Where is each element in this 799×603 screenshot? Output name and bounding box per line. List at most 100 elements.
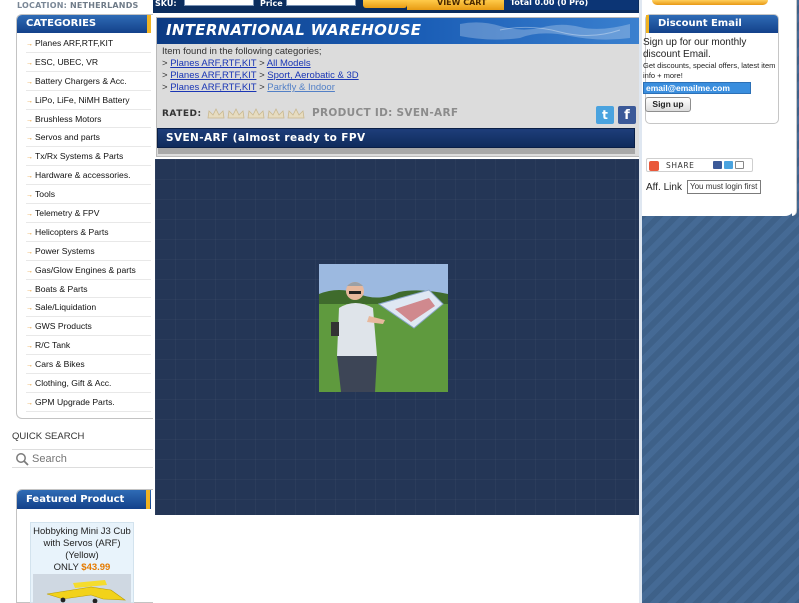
facebook-icon[interactable]: f bbox=[618, 106, 636, 124]
sku-input[interactable] bbox=[184, 0, 254, 6]
breadcrumb-row-1: > Planes ARF,RTF,KIT > All Models bbox=[162, 58, 359, 70]
twitter-icon[interactable]: t bbox=[596, 106, 614, 124]
category-label: Tools bbox=[35, 189, 56, 200]
top-menu-button[interactable] bbox=[652, 0, 768, 5]
arrow-icon: → bbox=[26, 305, 33, 313]
arrow-icon: → bbox=[26, 116, 33, 124]
affiliate-link-label: Aff. Link bbox=[646, 182, 682, 193]
arrow-icon: → bbox=[26, 324, 33, 332]
category-label: Clothing, Gift & Acc. bbox=[35, 378, 112, 389]
category-label: Planes ARF,RTF,KIT bbox=[35, 38, 114, 48]
arrow-icon: → bbox=[26, 343, 33, 351]
category-item[interactable]: → Gas/Glow Engines & parts bbox=[26, 261, 151, 280]
arrow-icon: → bbox=[26, 173, 33, 181]
category-item[interactable]: → Telemetry & FPV bbox=[26, 204, 151, 223]
product-photo[interactable] bbox=[319, 264, 448, 392]
search-icon[interactable] bbox=[15, 452, 29, 466]
breadcrumb-link-parkfly-indoor[interactable]: Parkfly & Indoor bbox=[267, 82, 335, 93]
search-button[interactable] bbox=[363, 0, 407, 8]
featured-product-image[interactable] bbox=[33, 574, 131, 603]
location-value: NETHERLANDS bbox=[69, 1, 139, 10]
product-title: SVEN-ARF (almost ready to FPV bbox=[166, 132, 366, 144]
categories-header-accent bbox=[147, 15, 151, 33]
breadcrumb-link-planes[interactable]: Planes ARF,RTF,KIT bbox=[170, 70, 256, 81]
category-item[interactable]: → Cars & Bikes bbox=[26, 355, 151, 375]
arrow-icon: → bbox=[26, 267, 33, 275]
email-field[interactable]: email@emailme.com bbox=[643, 82, 751, 94]
breadcrumb-prefix: > bbox=[162, 70, 168, 81]
facebook-share-icon[interactable] bbox=[713, 161, 722, 169]
breadcrumb-separator: > bbox=[259, 82, 265, 93]
category-item[interactable]: → Boats & Parts bbox=[26, 280, 151, 299]
breadcrumb-link-planes[interactable]: Planes ARF,RTF,KIT bbox=[170, 82, 256, 93]
price-label: Price bbox=[260, 0, 283, 8]
category-label: Servos and parts bbox=[35, 132, 100, 143]
featured-product-header: Featured Product bbox=[17, 490, 151, 509]
category-item[interactable]: → Servos and parts bbox=[26, 128, 151, 148]
category-label: LiPo, LiFe, NiMH Battery bbox=[35, 94, 130, 105]
category-item[interactable]: → ESC, UBEC, VR bbox=[26, 53, 151, 72]
breadcrumb-link-all-models[interactable]: All Models bbox=[267, 58, 311, 69]
world-map-graphic bbox=[460, 22, 630, 40]
quick-search-label: QUICK SEARCH bbox=[12, 431, 85, 442]
category-item[interactable]: → Planes ARF,RTF,KIT bbox=[26, 34, 151, 53]
crown-rating-icon[interactable] bbox=[247, 108, 265, 120]
category-item[interactable]: → Clothing, Gift & Acc. bbox=[26, 374, 151, 393]
arrow-icon: → bbox=[26, 78, 33, 86]
crown-rating-icon[interactable] bbox=[287, 108, 305, 120]
category-item[interactable]: → Sale/Liquidation bbox=[26, 298, 151, 318]
sign-up-button[interactable]: Sign up bbox=[645, 97, 691, 112]
category-label: GPM Upgrade Parts. bbox=[35, 396, 115, 407]
price-input[interactable] bbox=[286, 0, 356, 6]
category-item[interactable]: → R/C Tank bbox=[26, 336, 151, 356]
breadcrumb-link-sport-aerobatic[interactable]: Sport, Aerobatic & 3D bbox=[267, 70, 358, 81]
location-label: LOCATION: bbox=[17, 1, 67, 10]
category-label: Battery Chargers & Acc. bbox=[35, 75, 127, 86]
featured-price-prefix: ONLY bbox=[53, 562, 79, 573]
category-item[interactable]: → Tools bbox=[26, 185, 151, 205]
product-id: PRODUCT ID: SVEN-ARF bbox=[312, 107, 459, 119]
arrow-icon: → bbox=[26, 286, 33, 294]
share-button[interactable]: SHARE bbox=[646, 158, 753, 172]
international-warehouse-banner: INTERNATIONAL WAREHOUSE bbox=[157, 18, 640, 44]
category-label: Telemetry & FPV bbox=[35, 208, 100, 219]
featured-product-name[interactable]: Hobbyking Mini J3 Cub with Servos (ARF) … bbox=[31, 526, 133, 562]
category-label: Cars & Bikes bbox=[35, 359, 85, 370]
category-item[interactable]: → GWS Products bbox=[26, 317, 151, 337]
left-sidebar: LOCATION: NETHERLANDS CATEGORIES → Planes… bbox=[0, 0, 153, 603]
affiliate-link-field[interactable]: You must login first bbox=[687, 180, 761, 194]
category-label: Gas/Glow Engines & parts bbox=[35, 264, 136, 275]
crown-rating-icon[interactable] bbox=[267, 108, 285, 120]
category-item[interactable]: → Brushless Motors bbox=[26, 110, 151, 129]
arrow-icon: → bbox=[26, 229, 33, 237]
share-icon bbox=[649, 161, 659, 171]
main-content: SKU: Price VIEW CART Total 0.00 (0 Pro) … bbox=[153, 0, 642, 603]
arrow-icon: → bbox=[26, 399, 33, 407]
arrow-icon: → bbox=[26, 192, 33, 200]
rated-label: RATED: bbox=[162, 109, 202, 119]
search-input[interactable] bbox=[32, 451, 150, 467]
category-item[interactable]: → Helicopters & Parts bbox=[26, 223, 151, 242]
featured-product-card[interactable]: Hobbyking Mini J3 Cub with Servos (ARF) … bbox=[30, 522, 134, 603]
crown-rating-icon[interactable] bbox=[227, 108, 245, 120]
category-item[interactable]: → Power Systems bbox=[26, 242, 151, 261]
breadcrumb-link-planes[interactable]: Planes ARF,RTF,KIT bbox=[170, 58, 256, 69]
breadcrumb-prefix: > bbox=[162, 82, 168, 93]
category-item[interactable]: → Tx/Rx Systems & Parts bbox=[26, 147, 151, 167]
arrow-icon: → bbox=[26, 59, 33, 67]
category-item[interactable]: → LiPo, LiFe, NiMH Battery bbox=[26, 91, 151, 110]
crown-rating-icon[interactable] bbox=[207, 108, 225, 120]
category-item[interactable]: → Battery Chargers & Acc. bbox=[26, 72, 151, 91]
arrow-icon: → bbox=[26, 211, 33, 219]
category-item[interactable]: → Hardware & accessories. bbox=[26, 166, 151, 186]
discount-email-title: Discount Email bbox=[658, 18, 742, 29]
view-cart-button[interactable]: VIEW CART bbox=[407, 0, 505, 10]
category-label: R/C Tank bbox=[35, 340, 71, 351]
discount-email-text: Sign up for our monthly discount Email. bbox=[643, 37, 747, 60]
email-share-icon[interactable] bbox=[735, 161, 744, 169]
featured-header-accent bbox=[146, 490, 150, 509]
location-indicator: LOCATION: NETHERLANDS bbox=[17, 1, 139, 10]
twitter-share-icon[interactable] bbox=[724, 161, 733, 169]
share-label: SHARE bbox=[666, 161, 695, 170]
category-item[interactable]: → GPM Upgrade Parts. bbox=[26, 393, 151, 412]
